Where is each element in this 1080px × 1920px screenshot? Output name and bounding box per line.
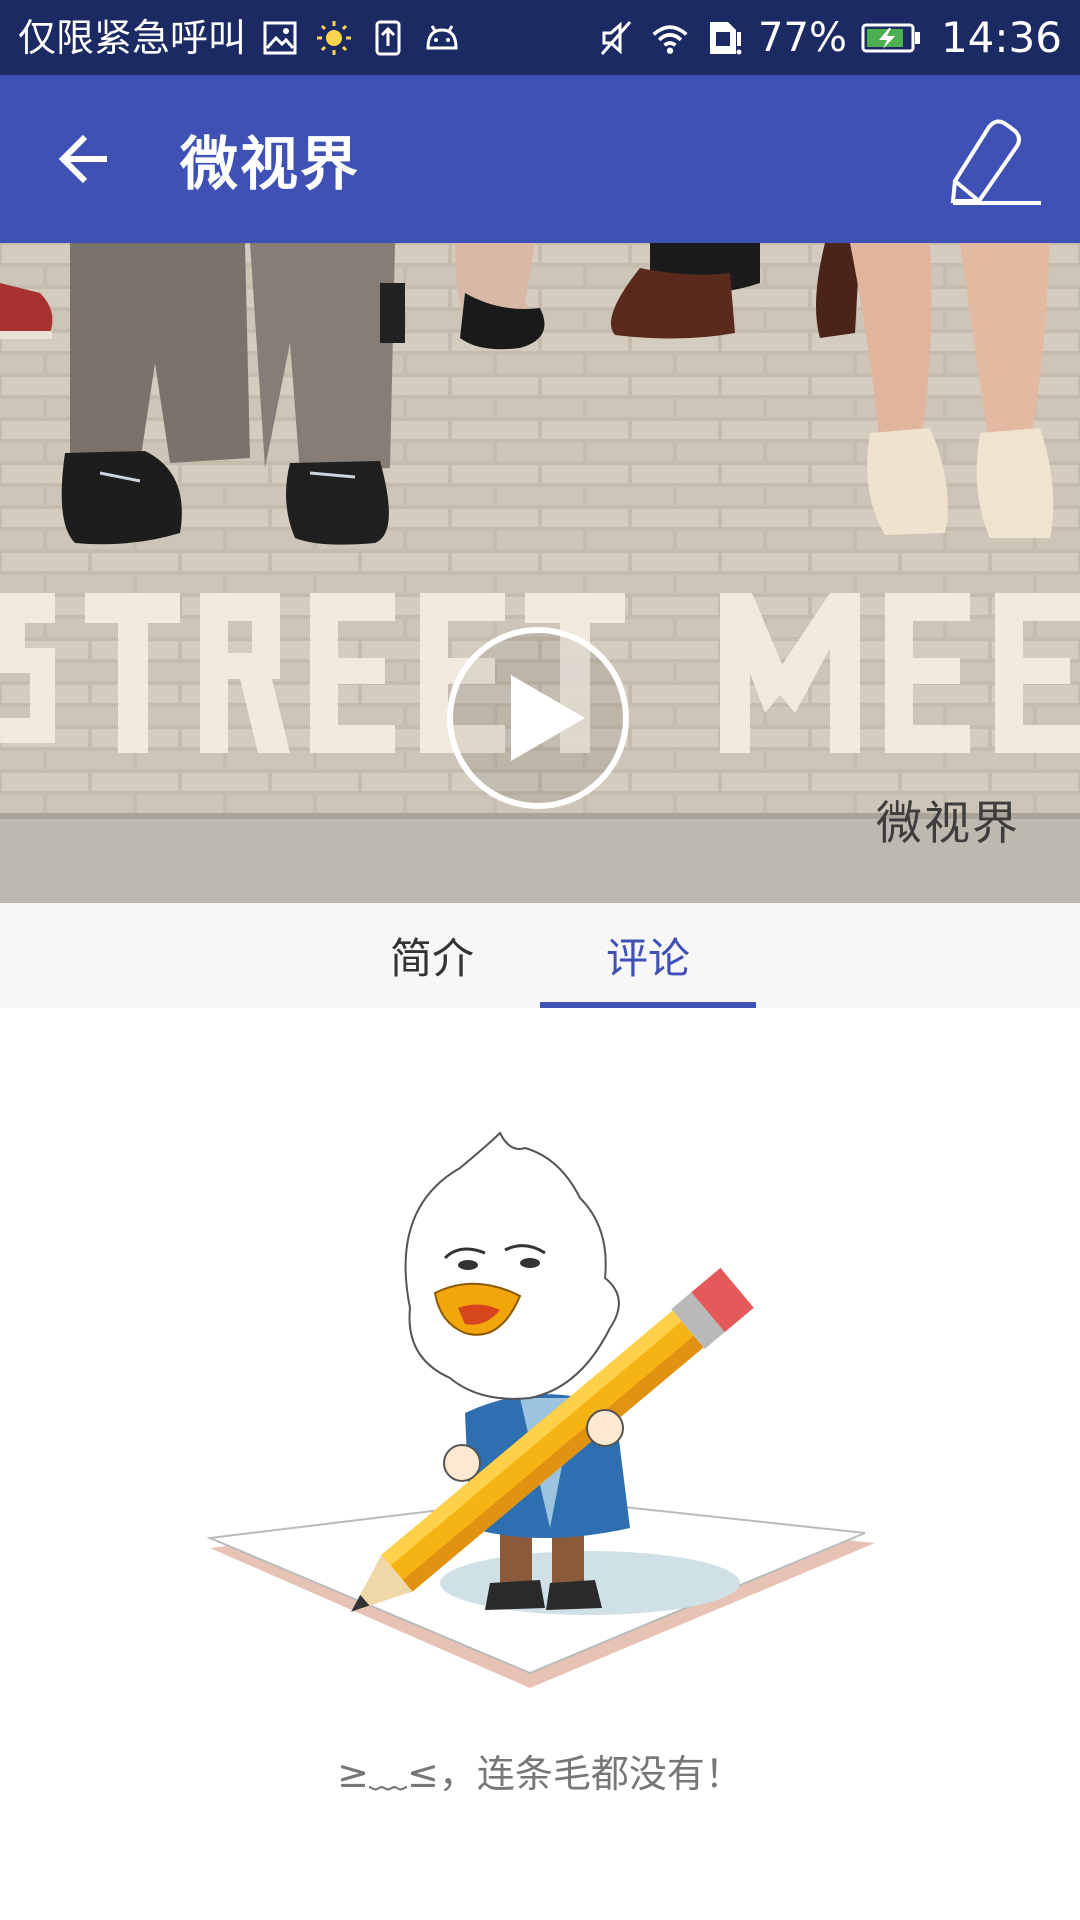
sun-icon bbox=[314, 18, 354, 58]
video-watermark: 微视界 bbox=[876, 796, 1020, 850]
upload-icon bbox=[368, 18, 408, 58]
status-left: 仅限紧急呼叫 bbox=[18, 18, 462, 58]
wifi-icon bbox=[650, 18, 690, 58]
tab-intro[interactable]: 简介 bbox=[324, 903, 540, 1008]
tab-comments[interactable]: 评论 bbox=[540, 903, 756, 1008]
write-comment-button[interactable] bbox=[930, 75, 1060, 243]
battery-percentage: 77% bbox=[758, 14, 847, 61]
edit-pen-icon bbox=[950, 119, 1041, 205]
gallery-icon bbox=[260, 18, 300, 58]
back-button[interactable] bbox=[25, 75, 145, 243]
empty-message: ≥﹏≤，连条毛都没有！ bbox=[337, 1752, 743, 1796]
status-right: 77% 14:36 bbox=[596, 13, 1062, 62]
battery-charging-icon bbox=[861, 18, 921, 58]
tab-bar: 简介 评论 bbox=[0, 903, 1080, 1008]
carrier-text: 仅限紧急呼叫 bbox=[18, 15, 247, 60]
app-bar: 微视界 bbox=[0, 75, 1080, 243]
empty-comments: ≥﹏≤，连条毛都没有！ bbox=[0, 1008, 1080, 1920]
video-player[interactable]: 微视界 bbox=[0, 243, 1080, 903]
mute-icon bbox=[596, 18, 636, 58]
sim-alert-icon bbox=[704, 18, 744, 58]
clock: 14:36 bbox=[940, 13, 1062, 62]
page-title: 微视界 bbox=[180, 130, 361, 198]
android-icon bbox=[422, 18, 462, 58]
arrow-left-icon bbox=[58, 134, 107, 184]
bird-pencil-illustration bbox=[206, 1131, 875, 1688]
status-bar: 仅限紧急呼叫 77% 14:36 bbox=[0, 0, 1080, 75]
play-icon[interactable] bbox=[445, 625, 631, 811]
